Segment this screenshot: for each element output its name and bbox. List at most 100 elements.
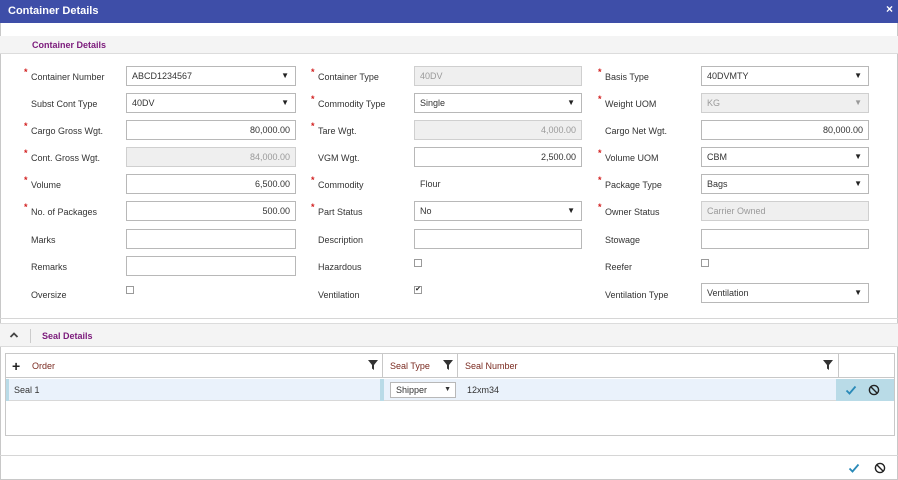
cell-order[interactable]: Seal 1 xyxy=(14,379,40,401)
confirm-icon[interactable] xyxy=(848,462,860,474)
subst-cont-type-select[interactable]: 40DV ▼ xyxy=(126,93,296,113)
marks-input[interactable] xyxy=(126,229,296,249)
vgm-wgt-label: VGM Wgt. xyxy=(318,153,360,163)
stowage-input[interactable] xyxy=(701,229,869,249)
stowage-label: Stowage xyxy=(605,235,641,245)
grid-header: + Order Seal Type Seal Number xyxy=(6,354,894,378)
commodity-label: Commodity xyxy=(318,180,364,190)
weight-uom-select: KG ▼ xyxy=(701,93,869,113)
tare-wgt-label: Tare Wgt. xyxy=(318,126,357,136)
oversize-label: Oversize xyxy=(31,290,67,300)
column-header-seal-type: Seal Type xyxy=(390,361,430,371)
basis-type-select[interactable]: 40DVMTY ▼ xyxy=(701,66,869,86)
footer-divider xyxy=(0,455,898,456)
cargo-net-wgt-label: Cargo Net Wgt. xyxy=(605,126,668,136)
volume-uom-value: CBM xyxy=(707,152,727,162)
dropdown-arrow-icon: ▼ xyxy=(281,71,289,80)
dropdown-arrow-icon: ▼ xyxy=(567,98,575,107)
filter-icon[interactable] xyxy=(823,360,833,370)
cancel-icon[interactable] xyxy=(874,462,886,474)
no-of-packages-input[interactable]: 500.00 xyxy=(126,201,296,221)
description-label: Description xyxy=(318,235,364,245)
required-marker: * xyxy=(24,121,28,131)
commodity-type-select[interactable]: Single ▼ xyxy=(414,93,582,113)
seal-type-select[interactable]: Shipper ▼ xyxy=(390,382,456,398)
volume-input[interactable]: 6,500.00 xyxy=(126,174,296,194)
required-marker: * xyxy=(24,202,28,212)
add-icon[interactable]: + xyxy=(12,358,20,374)
commodity-type-value: Single xyxy=(420,98,446,108)
cont-gross-wgt-input: 84,000.00 xyxy=(126,147,296,167)
no-of-packages-label: No. of Packages xyxy=(31,207,98,217)
description-input[interactable] xyxy=(414,229,582,249)
weight-uom-value: KG xyxy=(707,98,721,108)
seal-details-title: Seal Details xyxy=(42,331,93,341)
package-type-value: Bags xyxy=(707,179,728,189)
reefer-label: Reefer xyxy=(605,262,633,272)
commodity-input[interactable]: Flour xyxy=(414,174,582,194)
cell-edge xyxy=(380,379,384,401)
cont-gross-wgt-label: Cont. Gross Wgt. xyxy=(31,153,101,163)
hazardous-checkbox[interactable] xyxy=(414,259,422,267)
check-icon: ✔ xyxy=(415,286,421,293)
seal-grid: + Order Seal Type Seal Number Seal 1 Shi… xyxy=(5,353,895,436)
required-marker: * xyxy=(598,67,602,77)
ventilation-type-value: Ventilation xyxy=(707,288,749,298)
package-type-label: Package Type xyxy=(605,180,662,190)
filter-icon[interactable] xyxy=(443,360,453,370)
container-number-value: ABCD1234567 xyxy=(132,71,193,81)
row-actions xyxy=(836,379,894,401)
subst-cont-type-value: 40DV xyxy=(132,98,155,108)
ventilation-label: Ventilation xyxy=(318,290,360,300)
table-row[interactable]: Seal 1 Shipper ▼ 12xm34 xyxy=(6,379,894,401)
owner-status-input: Carrier Owned xyxy=(701,201,869,221)
weight-uom-label: Weight UOM xyxy=(605,99,657,109)
remarks-label: Remarks xyxy=(31,262,68,272)
required-marker: * xyxy=(598,175,602,185)
package-type-select[interactable]: Bags ▼ xyxy=(701,174,869,194)
ventilation-type-select[interactable]: Ventilation ▼ xyxy=(701,283,869,303)
commodity-type-label: Commodity Type xyxy=(318,99,386,109)
cell-seal-number[interactable]: 12xm34 xyxy=(467,379,499,401)
ventilation-checkbox[interactable]: ✔ xyxy=(414,286,422,294)
column-seal-number: Seal Number xyxy=(458,354,839,378)
dropdown-arrow-icon: ▼ xyxy=(854,71,862,80)
row-indicator xyxy=(6,379,9,401)
confirm-icon[interactable] xyxy=(845,384,857,396)
required-marker: * xyxy=(24,67,28,77)
part-status-label: Part Status xyxy=(318,207,363,217)
close-icon[interactable]: × xyxy=(886,2,893,16)
dropdown-arrow-icon: ▼ xyxy=(854,179,862,188)
ventilation-type-label: Ventilation Type xyxy=(605,290,669,300)
required-marker: * xyxy=(311,202,315,212)
collapse-icon[interactable] xyxy=(9,330,19,342)
remarks-input[interactable] xyxy=(126,256,296,276)
part-status-select[interactable]: No ▼ xyxy=(414,201,582,221)
dropdown-arrow-icon: ▼ xyxy=(854,98,862,107)
oversize-checkbox[interactable] xyxy=(126,286,134,294)
reefer-checkbox[interactable] xyxy=(701,259,709,267)
cargo-gross-wgt-input[interactable]: 80,000.00 xyxy=(126,120,296,140)
vgm-wgt-input[interactable]: 2,500.00 xyxy=(414,147,582,167)
section-title: Container Details xyxy=(32,40,107,50)
dropdown-arrow-icon: ▼ xyxy=(567,206,575,215)
dropdown-arrow-icon: ▼ xyxy=(854,288,862,297)
dropdown-arrow-icon: ▼ xyxy=(281,98,289,107)
basis-type-label: Basis Type xyxy=(605,72,649,82)
filter-icon[interactable] xyxy=(368,360,378,370)
column-header-order: Order xyxy=(32,361,56,371)
required-marker: * xyxy=(24,148,28,158)
container-type-label: Container Type xyxy=(318,72,379,82)
seal-type-value: Shipper xyxy=(396,385,428,395)
required-marker: * xyxy=(24,175,28,185)
volume-uom-select[interactable]: CBM ▼ xyxy=(701,147,869,167)
required-marker: * xyxy=(311,67,315,77)
container-number-select[interactable]: ABCD1234567 ▼ xyxy=(126,66,296,86)
owner-status-label: Owner Status xyxy=(605,207,660,217)
cargo-gross-wgt-label: Cargo Gross Wgt. xyxy=(31,126,104,136)
required-marker: * xyxy=(598,148,602,158)
tare-wgt-input: 4,000.00 xyxy=(414,120,582,140)
header-separator xyxy=(30,329,31,343)
cancel-icon[interactable] xyxy=(868,384,880,396)
cargo-net-wgt-input[interactable]: 80,000.00 xyxy=(701,120,869,140)
